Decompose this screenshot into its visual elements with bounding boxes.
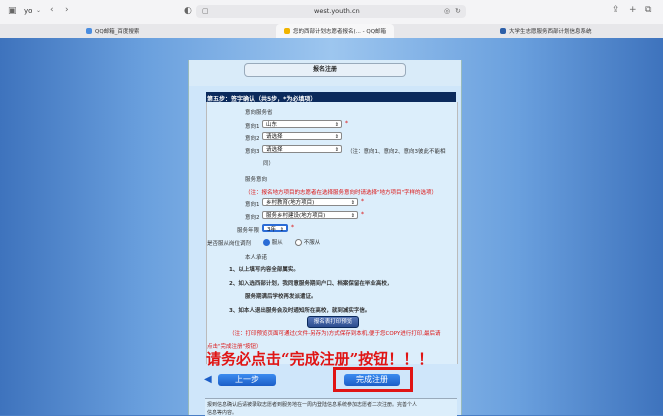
adjust-yes-label: 服从: [271, 240, 283, 246]
intent3-label: 意向3: [245, 149, 260, 155]
step-header: 第五步：签字确认（共5步，*为必填项）: [206, 92, 456, 103]
promise-1: 1、以上填写内容全部属实。: [229, 267, 299, 273]
tab-label: QQ邮箱_百度搜索: [95, 29, 140, 35]
tab-overview-icon[interactable]: ⧉: [645, 6, 651, 15]
service-note: （注：报名地方项目的志愿者在选择服务意向时请选择"地方项目"字样的选项）: [245, 190, 438, 196]
reader-icon[interactable]: ◎: [444, 8, 450, 15]
adjust-no-label: 不服从: [303, 240, 321, 246]
tab-qq-mail[interactable]: 您的西部计划志愿者报名(... - QQ邮箱: [276, 24, 395, 38]
radio-no-icon[interactable]: [295, 239, 302, 246]
required-mark: *: [345, 120, 348, 127]
sidebar-icon[interactable]: ▣: [8, 7, 17, 16]
address-bar[interactable]: ▢ west.youth.cn ◎ ↻: [196, 5, 466, 18]
adjust-yes-option[interactable]: 服从: [263, 238, 283, 246]
reload-icon[interactable]: ↻: [455, 8, 461, 15]
form-title: 报名注册: [244, 63, 406, 77]
intent2-label: 意向2: [245, 136, 260, 142]
term-label: 服务年限: [237, 228, 260, 234]
profile-label[interactable]: yo: [24, 8, 32, 15]
new-tab-icon[interactable]: +: [629, 6, 637, 15]
forward-icon[interactable]: ›: [65, 6, 69, 15]
intent-note-cont: 同）: [263, 161, 275, 167]
qq-icon: [284, 28, 290, 34]
promise-title: 本人承诺: [245, 255, 268, 261]
print-note: （注：打印预览页面可通过(文件-另存为)方式保存到本机,便于您COPY进行打印,…: [229, 331, 441, 337]
privacy-icon[interactable]: ◐: [184, 7, 192, 16]
page-icon: ▢: [202, 7, 209, 15]
radio-yes-icon[interactable]: [263, 239, 270, 246]
required-mark: *: [361, 211, 364, 218]
site-icon: [500, 28, 506, 34]
promise-2-cont: 服务期满后学校再发派遣证。: [245, 294, 317, 300]
url-text: west.youth.cn: [314, 7, 360, 15]
highlight-box: [333, 367, 413, 392]
intent1-select[interactable]: 山东: [262, 120, 342, 129]
print-preview-button[interactable]: 报名表打印预览: [307, 316, 359, 328]
adjust-no-option[interactable]: 不服从: [295, 238, 320, 246]
service-section-label: 服务意向: [245, 177, 268, 183]
intent-section-label: 意向服务省: [245, 110, 273, 116]
service1-select[interactable]: 乡村教育(地方项目): [262, 198, 358, 207]
panel-header: 报名注册: [189, 60, 461, 86]
service2-select[interactable]: 服务乡村建设(地方项目): [262, 211, 358, 220]
form-content: 意向服务省 意向1 山东 * 意向2 请选择 意向3 请选择 （注：意向1、意向…: [206, 102, 458, 364]
footer-notice: 报到信息确认后请被录取志愿者到服务地在一周内登陆信息系统参加志愿者二次注册。完善…: [205, 398, 457, 416]
required-mark: *: [291, 224, 294, 231]
service2-label: 意向2: [245, 215, 260, 221]
required-mark: *: [361, 198, 364, 205]
intent1-label: 意向1: [245, 124, 260, 130]
intent-note: （注：意向1、意向2、意向3彼此不能相: [347, 149, 446, 155]
promise-2: 2、如入选西部计划，我同意服务期间户口、档案保留在毕业高校，: [229, 281, 393, 287]
prev-step-button[interactable]: 上一步: [218, 374, 276, 386]
baidu-icon: [86, 28, 92, 34]
tab-qq-search[interactable]: QQ邮箱_百度搜索: [86, 24, 139, 38]
chevron-down-icon[interactable]: ⌄: [36, 8, 41, 14]
intent2-select[interactable]: 请选择: [262, 132, 342, 141]
back-icon[interactable]: ‹: [50, 6, 54, 15]
finish-warning: 请务必点击“完成注册”按钮！！！: [206, 350, 434, 368]
term-select[interactable]: 3年: [262, 224, 288, 234]
service1-label: 意向1: [245, 202, 260, 208]
tab-label: 大学生志愿服务西部计划信息系统: [509, 29, 592, 35]
footer-text: 报到信息确认后请被录取志愿者到服务地在一周内登陆信息系统参加志愿者二次注册。完善…: [207, 402, 418, 408]
promise-3: 3、如本人退出服务会及时通知所在高校，就到减实字信。: [229, 308, 371, 314]
arrow-left-icon: ◀: [204, 374, 212, 385]
tab-west-system[interactable]: 大学生志愿服务西部计划信息系统: [500, 24, 592, 38]
tab-label: 您的西部计划志愿者报名(... - QQ邮箱: [293, 29, 387, 35]
adjust-label: 是否服从岗位调剂: [207, 241, 252, 247]
share-icon[interactable]: ⇪: [612, 6, 620, 15]
intent3-select[interactable]: 请选择: [262, 145, 342, 154]
browser-toolbar: ▣ yo ⌄ ‹ › ◐ ▢ west.youth.cn ◎ ↻ ⇪ + ⧉: [0, 0, 663, 25]
